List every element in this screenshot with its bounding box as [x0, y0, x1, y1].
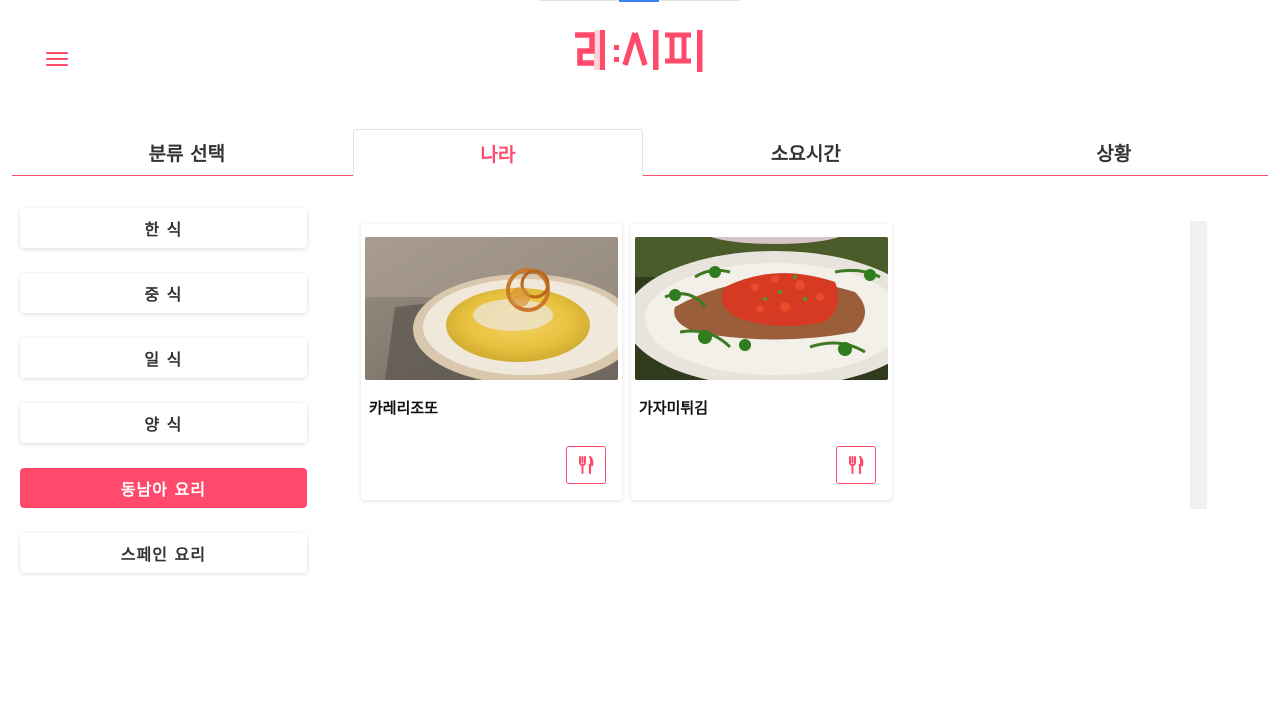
fork-knife-icon	[849, 456, 864, 474]
sidebar-item-southeast-asian[interactable]: 동남아 요리	[20, 468, 307, 508]
recipe-card[interactable]: 카레리조또	[361, 224, 622, 500]
fork-knife-icon	[579, 456, 594, 474]
sidebar: 한 식 중 식 일 식 양 식 동남아 요리 스페인 요리	[20, 208, 307, 598]
tab-cook-time[interactable]: 소요시간	[652, 129, 960, 176]
sidebar-item-korean[interactable]: 한 식	[20, 208, 307, 248]
recipe-title: 카레리조또	[369, 399, 439, 417]
sidebar-item-western[interactable]: 양 식	[20, 403, 307, 443]
sidebar-item-japanese[interactable]: 일 식	[20, 338, 307, 378]
recipe-title: 가자미튀김	[639, 399, 709, 417]
sidebar-item-chinese[interactable]: 중 식	[20, 273, 307, 313]
top-progress-line	[539, 0, 740, 2]
view-recipe-button[interactable]	[566, 446, 606, 484]
logo[interactable]	[572, 27, 708, 77]
recipe-image	[635, 237, 888, 380]
sidebar-item-spanish[interactable]: 스페인 요리	[20, 533, 307, 573]
view-recipe-button[interactable]	[836, 446, 876, 484]
tab-situation[interactable]: 상황	[960, 129, 1268, 176]
category-tabs: 분류 선택 나라 소요시간 상황	[12, 129, 1268, 177]
top-progress-accent	[619, 0, 659, 2]
logo-icon	[575, 30, 703, 72]
tab-country[interactable]: 나라	[353, 129, 643, 177]
scrollbar[interactable]	[1190, 221, 1207, 509]
recipe-image	[365, 237, 618, 380]
hamburger-menu-button[interactable]	[46, 52, 68, 68]
recipe-card[interactable]: 가자미튀김	[631, 224, 892, 500]
hamburger-icon	[46, 52, 68, 54]
tab-category-select[interactable]: 분류 선택	[12, 129, 362, 176]
